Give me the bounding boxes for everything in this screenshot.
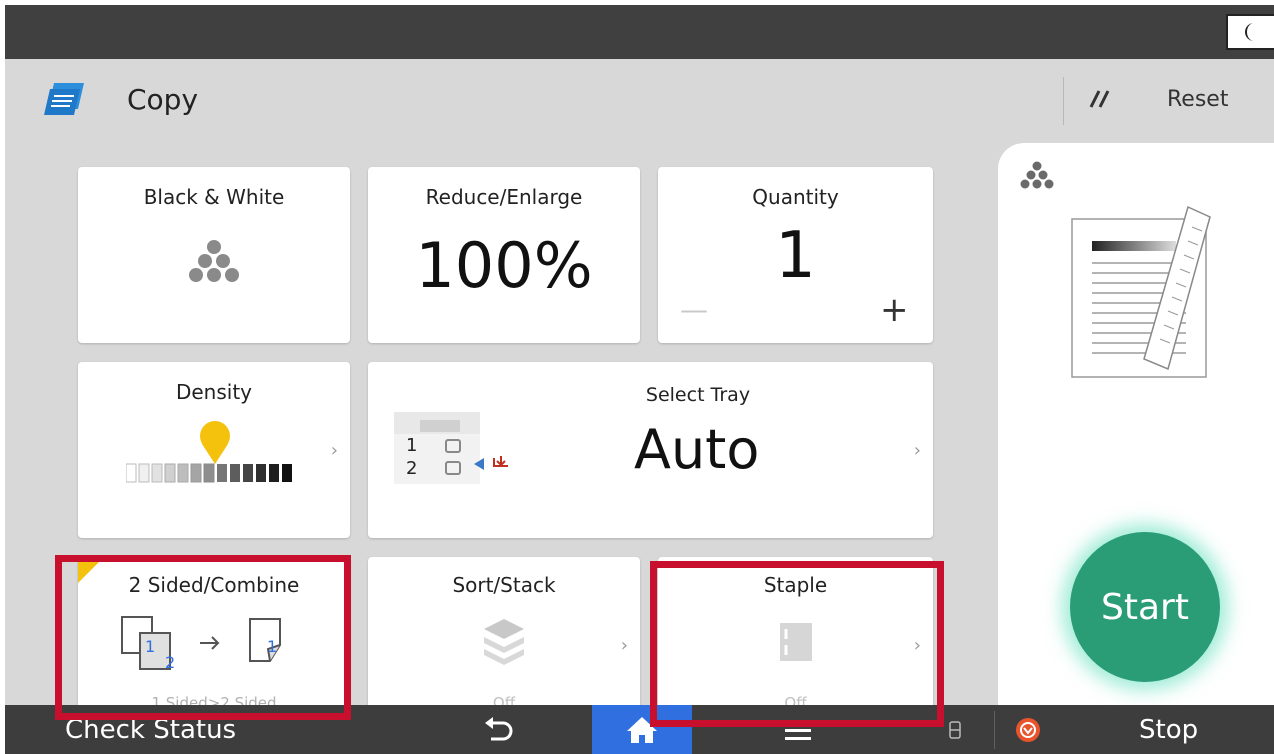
bottom-system-bar: Check Status Stop bbox=[5, 705, 1274, 754]
quantity-value: 1 bbox=[775, 219, 816, 293]
color-mode-tile[interactable]: Black & White bbox=[78, 167, 350, 343]
tray-1-label: 1 bbox=[406, 435, 418, 456]
sort-stack-label: Sort/Stack bbox=[452, 573, 556, 597]
stop-button[interactable]: Stop bbox=[1015, 705, 1265, 754]
back-icon bbox=[485, 716, 513, 740]
menu-icon bbox=[785, 720, 811, 740]
density-marker[interactable] bbox=[200, 421, 230, 464]
top-status-bar bbox=[5, 5, 1274, 59]
duplex-output-page: 1 bbox=[267, 637, 278, 656]
menu-button[interactable] bbox=[748, 705, 848, 754]
title-bar: Copy Reset bbox=[5, 59, 1274, 145]
toner-dots-icon bbox=[1020, 161, 1054, 189]
chevron-right-icon: › bbox=[913, 440, 921, 461]
sort-stack-tile[interactable]: Sort/Stack › Off bbox=[368, 557, 640, 717]
app-title: Copy bbox=[127, 83, 199, 116]
back-button[interactable] bbox=[448, 705, 548, 754]
density-tile[interactable]: Density › bbox=[78, 362, 350, 538]
quantity-increase-button[interactable]: + bbox=[880, 293, 909, 327]
two-sided-label: 2 Sided/Combine bbox=[128, 573, 300, 597]
chevron-right-icon: › bbox=[330, 440, 338, 461]
select-tray-tile[interactable]: Select Tray Auto 1 2 › bbox=[368, 362, 933, 538]
tray-2-label: 2 bbox=[406, 458, 418, 479]
energy-saver-button[interactable] bbox=[1226, 14, 1274, 50]
stop-label: Stop bbox=[1139, 714, 1199, 745]
moon-icon bbox=[1245, 23, 1254, 41]
chevron-right-icon: › bbox=[620, 635, 628, 656]
divider bbox=[1063, 77, 1064, 125]
reduce-enlarge-value: 100% bbox=[415, 229, 593, 302]
density-scale bbox=[126, 421, 292, 483]
duplex-page-1: 1 bbox=[145, 637, 156, 656]
reduce-enlarge-tile[interactable]: Reduce/Enlarge 100% bbox=[368, 167, 640, 343]
reduce-enlarge-label: Reduce/Enlarge bbox=[425, 185, 583, 209]
color-mode-label: Black & White bbox=[143, 185, 285, 209]
quantity-label: Quantity bbox=[752, 185, 839, 209]
staple-icon bbox=[780, 623, 812, 661]
copy-screen: Copy Reset Black & White Reduce/Enlarge … bbox=[5, 5, 1274, 754]
output-preview-icon bbox=[1071, 205, 1211, 378]
home-button[interactable] bbox=[592, 705, 692, 754]
quantity-tile[interactable]: Quantity 1 — + bbox=[658, 167, 933, 343]
stop-icon bbox=[1016, 717, 1040, 742]
staple-tile[interactable]: Staple › Off bbox=[658, 557, 933, 717]
home-icon bbox=[627, 716, 657, 743]
divider bbox=[994, 711, 995, 749]
two-sided-combine-tile[interactable]: 2 Sided/Combine 1 2 1 1 Sided>2 Sided bbox=[78, 557, 350, 717]
reset-button[interactable]: Reset bbox=[1167, 87, 1228, 112]
copy-app-icon bbox=[44, 83, 84, 115]
toner-dots-icon bbox=[189, 240, 239, 282]
select-tray-value: Auto bbox=[634, 418, 760, 481]
sort-stack-icon bbox=[484, 619, 524, 665]
storage-icon bbox=[949, 720, 961, 739]
chevron-right-icon: › bbox=[913, 635, 921, 656]
select-tray-label: Select Tray bbox=[645, 384, 751, 406]
check-status-button[interactable]: Check Status bbox=[5, 705, 365, 754]
start-button[interactable]: Start bbox=[1070, 532, 1220, 682]
storage-indicator bbox=[940, 705, 970, 754]
density-label: Density bbox=[175, 380, 253, 404]
staple-label: Staple bbox=[763, 573, 828, 597]
quantity-decrease-button[interactable]: — bbox=[680, 293, 708, 326]
reset-icon[interactable] bbox=[1087, 87, 1113, 111]
duplex-page-2: 2 bbox=[165, 653, 176, 672]
